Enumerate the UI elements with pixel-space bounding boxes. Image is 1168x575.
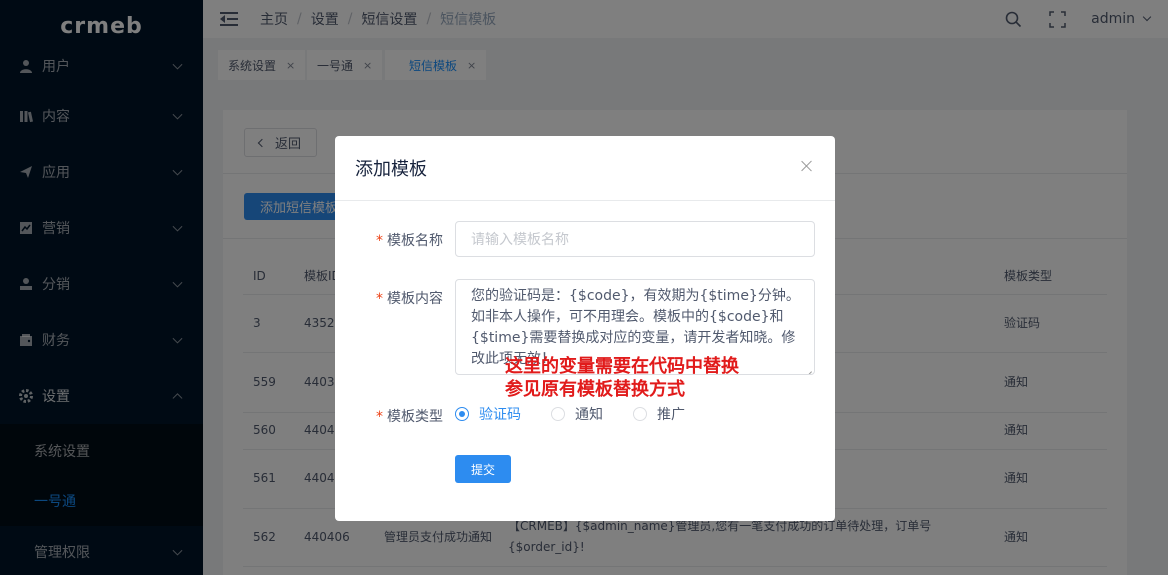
radio-label: 推广 <box>657 407 685 423</box>
annotation-line: 参见原有模板替换方式 <box>505 379 685 400</box>
label-text: 模板类型 <box>387 409 443 425</box>
placeholder-text: 请输入模板名称 <box>471 232 569 248</box>
modal-header: 添加模板 <box>335 136 835 201</box>
required-mark: * <box>376 233 383 249</box>
radio-dot-icon <box>633 407 647 421</box>
resize-handle-icon[interactable] <box>804 364 812 372</box>
add-template-modal: 添加模板 * 模板名称 请输入模板名称 * 模板内容 您的验证码是：{$code}，… <box>335 136 835 521</box>
required-mark: * <box>376 409 383 425</box>
radio-dot-icon <box>551 407 565 421</box>
radio-notification[interactable]: 通知 <box>551 404 603 424</box>
template-name-input[interactable]: 请输入模板名称 <box>455 221 815 257</box>
radio-label: 通知 <box>575 407 603 423</box>
submit-label: 提交 <box>470 462 495 477</box>
label-text: 模板内容 <box>387 291 443 307</box>
label-text: 模板名称 <box>387 233 443 249</box>
annotation-text: 这里的变量需要在代码中替换 参见原有模板替换方式 <box>505 355 739 401</box>
submit-button[interactable]: 提交 <box>455 455 511 483</box>
template-type-label: * 模板类型 <box>335 406 443 426</box>
radio-promotion[interactable]: 推广 <box>633 404 685 424</box>
radio-verification-code[interactable]: 验证码 <box>455 404 521 424</box>
template-content-label: * 模板内容 <box>335 288 443 308</box>
template-name-label: * 模板名称 <box>335 230 443 250</box>
required-mark: * <box>376 291 383 307</box>
annotation-line: 这里的变量需要在代码中替换 <box>505 356 739 377</box>
close-icon[interactable] <box>799 158 815 174</box>
radio-dot-icon <box>455 407 469 421</box>
template-type-radio-group: 验证码 通知 推广 <box>455 404 715 424</box>
radio-label: 验证码 <box>479 407 521 423</box>
modal-title: 添加模板 <box>355 159 427 180</box>
